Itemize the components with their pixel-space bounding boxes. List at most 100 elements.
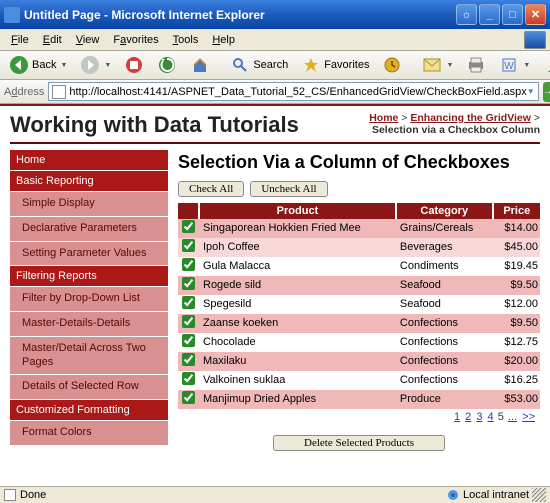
- theme-button[interactable]: ☼: [456, 4, 477, 25]
- row-checkbox[interactable]: [182, 334, 195, 347]
- mail-button[interactable]: ▼: [417, 52, 458, 78]
- cell-category: Seafood: [396, 276, 493, 295]
- cell-price: $14.00: [493, 219, 540, 238]
- cell-product: Gula Malacca: [199, 257, 396, 276]
- maximize-button[interactable]: □: [502, 4, 523, 25]
- cell-price: $20.00: [493, 352, 540, 371]
- search-button[interactable]: Search: [225, 52, 293, 78]
- sidebar-group-custom[interactable]: Customized Formatting: [10, 400, 168, 421]
- breadcrumb: Home > Enhancing the GridView > Selectio…: [369, 112, 540, 136]
- sidebar-item[interactable]: Format Colors: [10, 421, 168, 446]
- address-bar: Address http://localhost:4141/ASPNET_Dat…: [0, 80, 550, 104]
- pager-next[interactable]: >>: [522, 411, 535, 423]
- menu-edit[interactable]: Edit: [36, 32, 69, 48]
- refresh-button[interactable]: [152, 52, 182, 78]
- throbber-icon: [524, 31, 546, 49]
- row-checkbox[interactable]: [182, 391, 195, 404]
- print-button[interactable]: [461, 52, 491, 78]
- table-row: MaxilakuConfections$20.00: [178, 352, 540, 371]
- address-input[interactable]: http://localhost:4141/ASPNET_Data_Tutori…: [48, 82, 538, 101]
- sidebar-group-basic[interactable]: Basic Reporting: [10, 171, 168, 192]
- cell-price: $45.00: [493, 238, 540, 257]
- cell-product: Singaporean Hokkien Fried Mee: [199, 219, 396, 238]
- cell-product: Ipoh Coffee: [199, 238, 396, 257]
- table-row: ChocoladeConfections$12.75: [178, 333, 540, 352]
- favorites-button[interactable]: Favorites: [296, 52, 374, 78]
- sidebar-item[interactable]: Setting Parameter Values: [10, 242, 168, 267]
- menubar: File Edit View Favorites Tools Help: [0, 29, 550, 51]
- pager-page[interactable]: 2: [465, 411, 471, 423]
- cell-product: Manjimup Dried Apples: [199, 390, 396, 409]
- row-checkbox[interactable]: [182, 277, 195, 290]
- cell-product: Spegesild: [199, 295, 396, 314]
- cell-price: $9.50: [493, 276, 540, 295]
- row-checkbox[interactable]: [182, 239, 195, 252]
- table-row: Manjimup Dried ApplesProduce$53.00: [178, 390, 540, 409]
- table-row: Ipoh CoffeeBeverages$45.00: [178, 238, 540, 257]
- row-checkbox[interactable]: [182, 315, 195, 328]
- sidebar-item[interactable]: Declarative Parameters: [10, 217, 168, 242]
- ie-icon: [4, 7, 20, 23]
- forward-icon: [80, 55, 100, 75]
- messenger-button[interactable]: [538, 52, 550, 78]
- row-checkbox[interactable]: [182, 353, 195, 366]
- pager: 1 2 3 4 5 ... >>: [178, 409, 540, 425]
- cell-price: $12.00: [493, 295, 540, 314]
- uncheck-all-button[interactable]: Uncheck All: [250, 181, 327, 197]
- menu-favorites[interactable]: Favorites: [106, 32, 165, 48]
- sidebar-item-home[interactable]: Home: [10, 150, 168, 171]
- pager-page[interactable]: 4: [488, 411, 494, 423]
- menu-help[interactable]: Help: [205, 32, 242, 48]
- back-label: Back: [32, 59, 56, 71]
- main-content: Selection Via a Column of Checkboxes Che…: [178, 150, 540, 480]
- mail-icon: [422, 55, 442, 75]
- table-row: SpegesildSeafood$12.00: [178, 295, 540, 314]
- menu-view[interactable]: View: [69, 32, 107, 48]
- cell-product: Maxilaku: [199, 352, 396, 371]
- breadcrumb-section[interactable]: Enhancing the GridView: [410, 112, 531, 124]
- sidebar-item[interactable]: Master-Details-Details: [10, 312, 168, 337]
- cell-category: Produce: [396, 390, 493, 409]
- menu-file[interactable]: File: [4, 32, 36, 48]
- pager-page[interactable]: 3: [476, 411, 482, 423]
- home-button[interactable]: [185, 52, 215, 78]
- pager-page[interactable]: 1: [454, 411, 460, 423]
- breadcrumb-current: Selection via a Checkbox Column: [372, 124, 540, 136]
- sidebar-item[interactable]: Filter by Drop-Down List: [10, 287, 168, 312]
- cell-category: Seafood: [396, 295, 493, 314]
- row-checkbox[interactable]: [182, 220, 195, 233]
- delete-button[interactable]: Delete Selected Products: [273, 435, 445, 451]
- sidebar-item[interactable]: Simple Display: [10, 192, 168, 217]
- go-button[interactable]: →: [543, 82, 550, 102]
- table-row: Valkoinen suklaaConfections$16.25: [178, 371, 540, 390]
- close-button[interactable]: ✕: [525, 4, 546, 25]
- browser-viewport: Working with Data Tutorials Home > Enhan…: [0, 104, 550, 486]
- stop-button[interactable]: [119, 52, 149, 78]
- cell-price: $53.00: [493, 390, 540, 409]
- sidebar-item[interactable]: Master/Detail Across Two Pages: [10, 337, 168, 376]
- resize-grip[interactable]: [532, 488, 546, 502]
- print-icon: [466, 55, 486, 75]
- history-button[interactable]: [377, 52, 407, 78]
- minimize-button[interactable]: _: [479, 4, 500, 25]
- breadcrumb-home[interactable]: Home: [369, 112, 398, 124]
- check-all-button[interactable]: Check All: [178, 181, 244, 197]
- row-checkbox[interactable]: [182, 258, 195, 271]
- address-url: http://localhost:4141/ASPNET_Data_Tutori…: [69, 86, 526, 98]
- edit-button[interactable]: W▼: [494, 52, 535, 78]
- address-label: Address: [4, 86, 44, 98]
- forward-button[interactable]: ▼: [75, 52, 116, 78]
- row-checkbox[interactable]: [182, 372, 195, 385]
- pager-more[interactable]: ...: [508, 411, 517, 423]
- cell-category: Confections: [396, 333, 493, 352]
- chevron-down-icon[interactable]: ▼: [527, 87, 535, 96]
- menu-tools[interactable]: Tools: [166, 32, 206, 48]
- back-button[interactable]: Back ▼: [4, 52, 72, 78]
- sidebar-item[interactable]: Details of Selected Row: [10, 375, 168, 400]
- row-checkbox[interactable]: [182, 296, 195, 309]
- cell-category: Grains/Cereals: [396, 219, 493, 238]
- pager-current: 5: [498, 411, 504, 423]
- done-icon: [4, 489, 16, 501]
- sidebar-group-filtering[interactable]: Filtering Reports: [10, 266, 168, 287]
- chevron-down-icon: ▼: [104, 62, 111, 69]
